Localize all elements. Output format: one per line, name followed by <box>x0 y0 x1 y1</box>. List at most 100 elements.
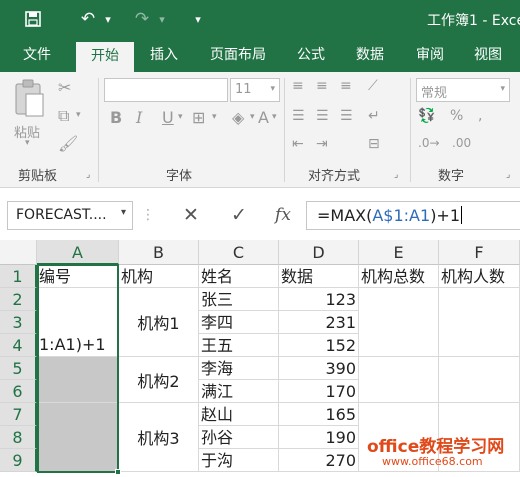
row-header-5[interactable]: 5 <box>0 357 37 380</box>
italic-button[interactable]: I <box>136 108 142 127</box>
cell-c5[interactable]: 李海 <box>199 357 279 380</box>
fill-color-icon[interactable]: ◈ <box>232 108 244 127</box>
row-header-1[interactable]: 1 <box>0 265 37 288</box>
tab-review[interactable]: 审阅 <box>404 38 456 72</box>
cell-c8[interactable]: 孙谷 <box>199 426 279 449</box>
enter-icon[interactable]: ✓ <box>224 201 254 230</box>
row-header-7[interactable]: 7 <box>0 403 37 426</box>
row-header-8[interactable]: 8 <box>0 426 37 449</box>
align-middle-icon[interactable]: ≡ <box>316 78 328 94</box>
align-bottom-icon[interactable]: ≡ <box>340 78 352 94</box>
cell-e1[interactable]: 机构总数 <box>359 265 439 288</box>
align-center-icon[interactable]: ☰ <box>316 108 329 124</box>
insert-function-button[interactable]: fx <box>268 201 298 230</box>
decrease-indent-icon[interactable]: ⇤ <box>292 136 304 152</box>
clipboard-launcher-icon[interactable]: ⌟ <box>86 170 90 180</box>
number-launcher-icon[interactable]: ⌟ <box>506 170 510 180</box>
cell-f1[interactable]: 机构人数 <box>439 265 520 288</box>
row-header-3[interactable]: 3 <box>0 311 37 334</box>
tab-view[interactable]: 视图 <box>462 38 514 72</box>
cell-b1[interactable]: 机构 <box>119 265 199 288</box>
border-icon[interactable]: ⊞ <box>192 108 205 127</box>
tab-formulas[interactable]: 公式 <box>286 38 336 72</box>
cell-f2-f4[interactable] <box>439 288 520 357</box>
cell-c6[interactable]: 满江 <box>199 380 279 403</box>
customize-qat-icon[interactable]: ▾ <box>190 7 206 31</box>
column-header-f[interactable]: F <box>439 240 520 265</box>
row-header-4[interactable]: 4 <box>0 334 37 357</box>
column-header-a[interactable]: A <box>37 240 119 265</box>
cell-c2[interactable]: 张三 <box>199 288 279 311</box>
cell-d5[interactable]: 390 <box>279 357 359 380</box>
cell-c1[interactable]: 姓名 <box>199 265 279 288</box>
cell-d6[interactable]: 170 <box>279 380 359 403</box>
undo-icon[interactable]: ↶ <box>76 7 100 31</box>
cell-d4[interactable]: 152 <box>279 334 359 357</box>
underline-dropdown-icon[interactable]: ▾ <box>178 112 183 122</box>
cell-a1[interactable]: 编号 <box>37 265 119 288</box>
name-box-dropdown-icon[interactable]: ▾ <box>121 207 126 218</box>
copy-icon[interactable]: ⧉ <box>58 106 69 126</box>
cell-a5-a6[interactable] <box>37 357 119 403</box>
tab-insert[interactable]: 插入 <box>138 38 190 72</box>
increase-indent-icon[interactable]: ⇥ <box>316 136 328 152</box>
fill-color-dropdown-icon[interactable]: ▾ <box>250 112 255 122</box>
row-header-2[interactable]: 2 <box>0 288 37 311</box>
border-dropdown-icon[interactable]: ▾ <box>212 112 217 122</box>
cell-d3[interactable]: 231 <box>279 311 359 334</box>
cell-f5-f6[interactable] <box>439 357 520 403</box>
cancel-icon[interactable]: ✕ <box>176 201 206 230</box>
cell-d7[interactable]: 165 <box>279 403 359 426</box>
align-top-icon[interactable]: ≡ <box>292 78 304 94</box>
tab-file[interactable]: 文件 <box>8 38 66 72</box>
cell-c7[interactable]: 赵山 <box>199 403 279 426</box>
number-format-combo[interactable]: 常规 ▾ <box>416 78 510 102</box>
cell-a7-a9[interactable] <box>37 403 119 472</box>
fill-handle[interactable] <box>115 469 121 475</box>
merge-center-icon[interactable]: ⊟ <box>368 136 380 152</box>
cell-d8[interactable]: 190 <box>279 426 359 449</box>
bold-button[interactable]: B <box>110 108 122 127</box>
column-header-e[interactable]: E <box>359 240 439 265</box>
align-right-icon[interactable]: ☰ <box>340 108 353 124</box>
orientation-icon[interactable]: ⟋ <box>368 78 378 94</box>
font-name-combo[interactable] <box>104 78 228 102</box>
undo-dropdown-icon[interactable]: ▾ <box>101 7 115 31</box>
cell-e5-e6[interactable] <box>359 357 439 403</box>
comma-style-icon[interactable]: , <box>478 108 482 124</box>
underline-button[interactable]: U <box>162 108 174 127</box>
alignment-launcher-icon[interactable]: ⌟ <box>394 170 398 180</box>
cut-icon[interactable]: ✂ <box>58 78 71 97</box>
save-icon[interactable] <box>20 7 46 31</box>
font-color-dropdown-icon[interactable]: ▾ <box>272 112 277 122</box>
tab-home[interactable]: 开始 <box>76 42 134 72</box>
row-header-9[interactable]: 9 <box>0 449 37 472</box>
tab-page-layout[interactable]: 页面布局 <box>196 38 280 72</box>
align-left-icon[interactable]: ☰ <box>292 108 305 124</box>
formula-input[interactable]: =MAX(A$1:A1)+1 <box>306 201 520 230</box>
cell-d2[interactable]: 123 <box>279 288 359 311</box>
increase-decimal-icon[interactable]: .0→ <box>418 136 440 150</box>
cell-b7-b9[interactable]: 机构3 <box>119 403 199 472</box>
paste-button[interactable]: 粘贴 ▾ <box>10 76 48 148</box>
tab-data[interactable]: 数据 <box>344 38 396 72</box>
cell-e2-e4[interactable] <box>359 288 439 357</box>
cell-c9[interactable]: 于沟 <box>199 449 279 472</box>
column-header-c[interactable]: C <box>199 240 279 265</box>
cell-c3[interactable]: 李四 <box>199 311 279 334</box>
column-header-b[interactable]: B <box>119 240 199 265</box>
accounting-format-icon[interactable]: 💱 <box>418 108 435 124</box>
cell-b2-b4[interactable]: 机构1 <box>119 288 199 357</box>
cell-a2-a4-editing[interactable]: 1:A1)+1 <box>37 288 119 357</box>
column-header-d[interactable]: D <box>279 240 359 265</box>
row-header-6[interactable]: 6 <box>0 380 37 403</box>
font-color-icon[interactable]: A <box>258 108 269 127</box>
decrease-decimal-icon[interactable]: .00 <box>452 136 471 150</box>
format-painter-icon[interactable]: 🖌 <box>58 134 78 153</box>
cell-b5-b6[interactable]: 机构2 <box>119 357 199 403</box>
select-all-corner[interactable] <box>0 240 37 265</box>
name-box[interactable]: FORECAST.... ▾ <box>7 201 133 230</box>
cell-d1[interactable]: 数据 <box>279 265 359 288</box>
font-size-combo[interactable]: 11 ▾ <box>230 78 280 102</box>
cell-d9[interactable]: 270 <box>279 449 359 472</box>
